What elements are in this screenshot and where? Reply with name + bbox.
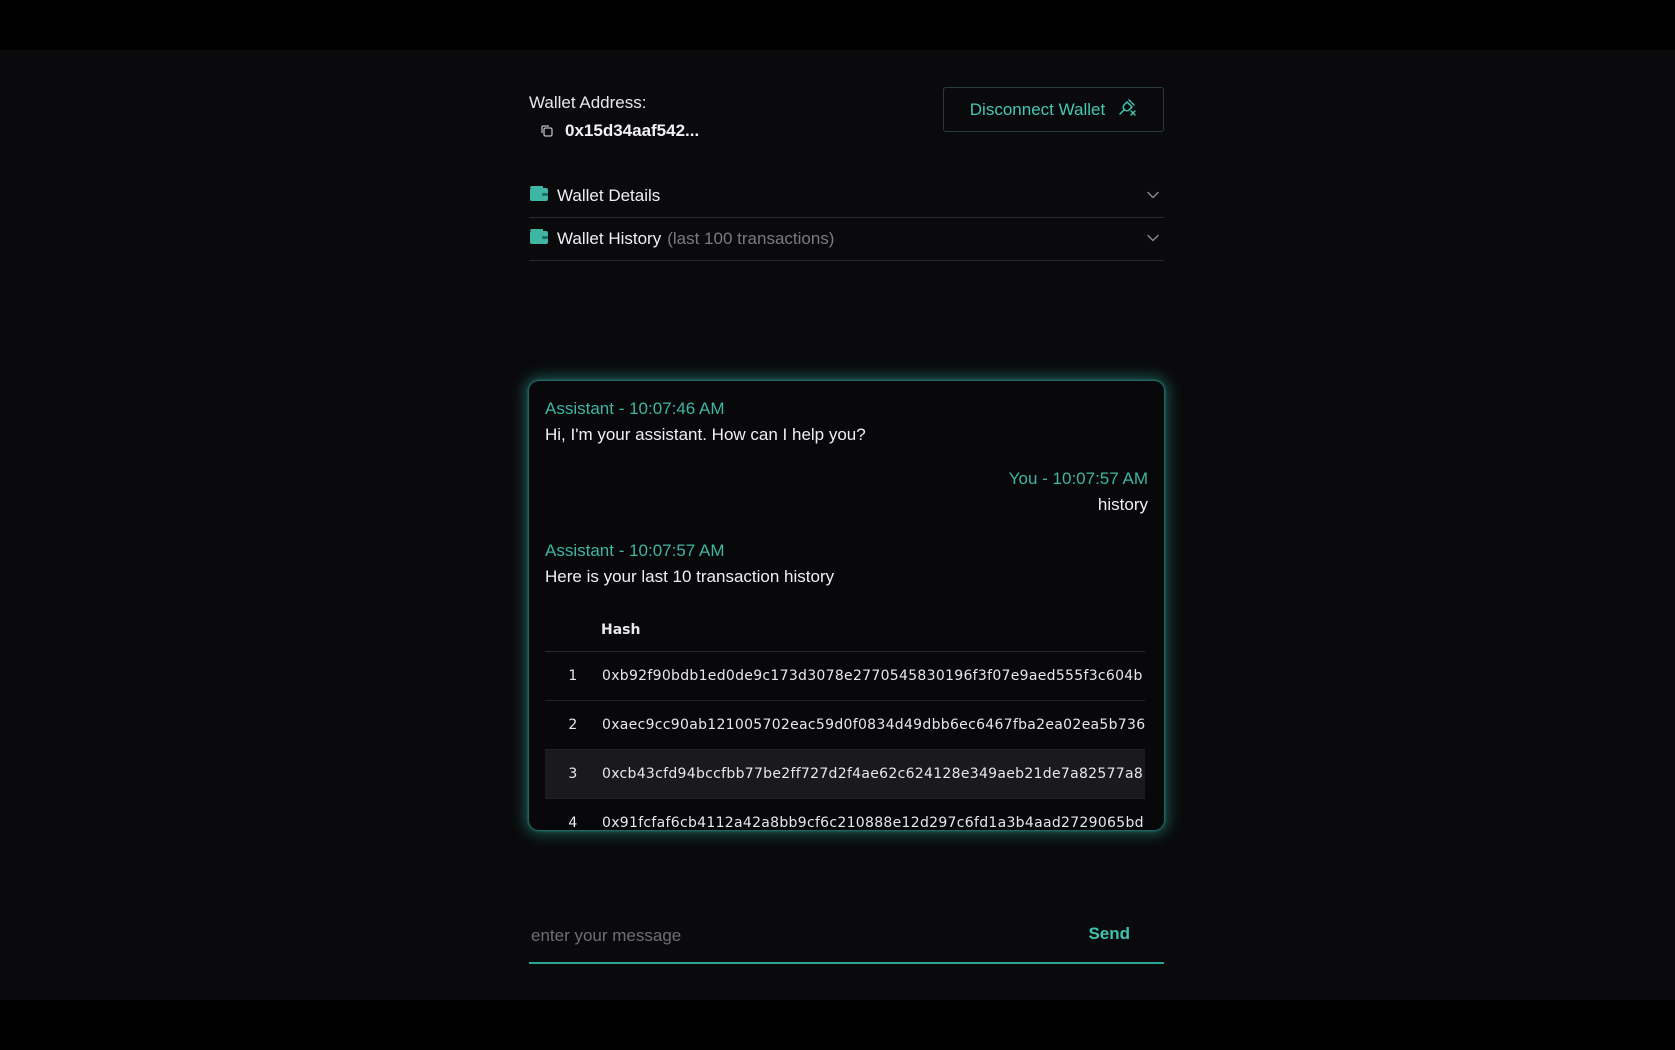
row-hash[interactable]: 0xb92f90bdb1ed0de9c173d3078e277054583019… [601, 651, 1145, 701]
wallet-details-title: Wallet Details [557, 186, 661, 205]
message-input[interactable] [529, 922, 1073, 950]
disconnect-wallet-button[interactable]: Disconnect Wallet [943, 87, 1164, 132]
table-row[interactable]: 3 0xcb43cfd94bccfbb77be2ff727d2f4ae62c62… [545, 749, 1145, 799]
accordion-wallet-details[interactable]: Wallet Details [529, 175, 1164, 218]
message-meta: You - 10:07:57 AM [1008, 469, 1148, 488]
chat-message-assistant: Assistant - 10:07:57 AM Here is your las… [545, 541, 1148, 587]
table-row[interactable]: 2 0xaec9cc90ab121005702eac59d0f0834d49db… [545, 700, 1145, 750]
disconnect-wallet-label: Disconnect Wallet [969, 99, 1106, 119]
message-input-row: Send [529, 914, 1164, 964]
transaction-table: Hash 1 0xb92f90bdb1ed0de9c173d3078e27705… [545, 613, 1145, 830]
message-meta: Assistant - 10:07:46 AM [545, 399, 725, 418]
wallet-history-title: Wallet History [557, 229, 662, 248]
row-index: 3 [545, 749, 601, 799]
message-meta: Assistant - 10:07:57 AM [545, 541, 725, 560]
chevron-down-icon[interactable] [1146, 231, 1160, 250]
wallet-address-row: 0x15d34aaf542... [539, 121, 699, 141]
message-body: Here is your last 10 transaction history [545, 567, 835, 586]
chat-message-assistant: Assistant - 10:07:46 AM Hi, I'm your ass… [545, 399, 1148, 445]
top-bar [0, 0, 1675, 50]
plug-disconnect-icon [1117, 97, 1137, 122]
row-hash[interactable]: 0xcb43cfd94bccfbb77be2ff727d2f4ae62c6241… [601, 749, 1145, 799]
table-row[interactable]: 4 0x91fcfaf6cb4112a42a8bb9cf6c210888e12d… [545, 798, 1145, 830]
wallet-history-subtitle: (last 100 transactions) [667, 229, 835, 248]
send-button[interactable]: Send [1088, 924, 1130, 944]
app-root: Wallet Address: 0x15d34aaf542... Disconn… [0, 50, 1675, 1000]
row-index: 1 [545, 651, 601, 701]
wallet-folder-icon [529, 228, 549, 251]
row-index: 4 [545, 798, 601, 830]
wallet-address-value: 0x15d34aaf542... [565, 121, 700, 140]
wallet-folder-icon [529, 185, 549, 208]
copy-icon[interactable] [539, 123, 555, 139]
row-hash[interactable]: 0x91fcfaf6cb4112a42a8bb9cf6c210888e12d29… [601, 798, 1145, 830]
table-header-hash: Hash [601, 613, 1145, 652]
wallet-header: Wallet Address: 0x15d34aaf542... Disconn… [529, 87, 1164, 167]
bottom-bar [0, 1000, 1675, 1050]
row-index: 2 [545, 700, 601, 750]
table-header-row: Hash [545, 613, 1145, 652]
chevron-down-icon[interactable] [1146, 188, 1160, 207]
message-body: Hi, I'm your assistant. How can I help y… [545, 425, 866, 444]
wallet-address-label: Wallet Address: [529, 93, 647, 112]
wallet-accordion: Wallet Details Wallet History (last 100 … [529, 175, 1164, 261]
table-row[interactable]: 1 0xb92f90bdb1ed0de9c173d3078e2770545830… [545, 651, 1145, 701]
chat-message-user: You - 10:07:57 AM history [545, 469, 1148, 515]
accordion-wallet-history[interactable]: Wallet History (last 100 transactions) [529, 218, 1164, 261]
message-body: history [1097, 495, 1148, 514]
chat-panel[interactable]: Assistant - 10:07:46 AM Hi, I'm your ass… [529, 381, 1164, 830]
table-header-index [545, 613, 601, 652]
row-hash[interactable]: 0xaec9cc90ab121005702eac59d0f0834d49dbb6… [601, 700, 1145, 750]
